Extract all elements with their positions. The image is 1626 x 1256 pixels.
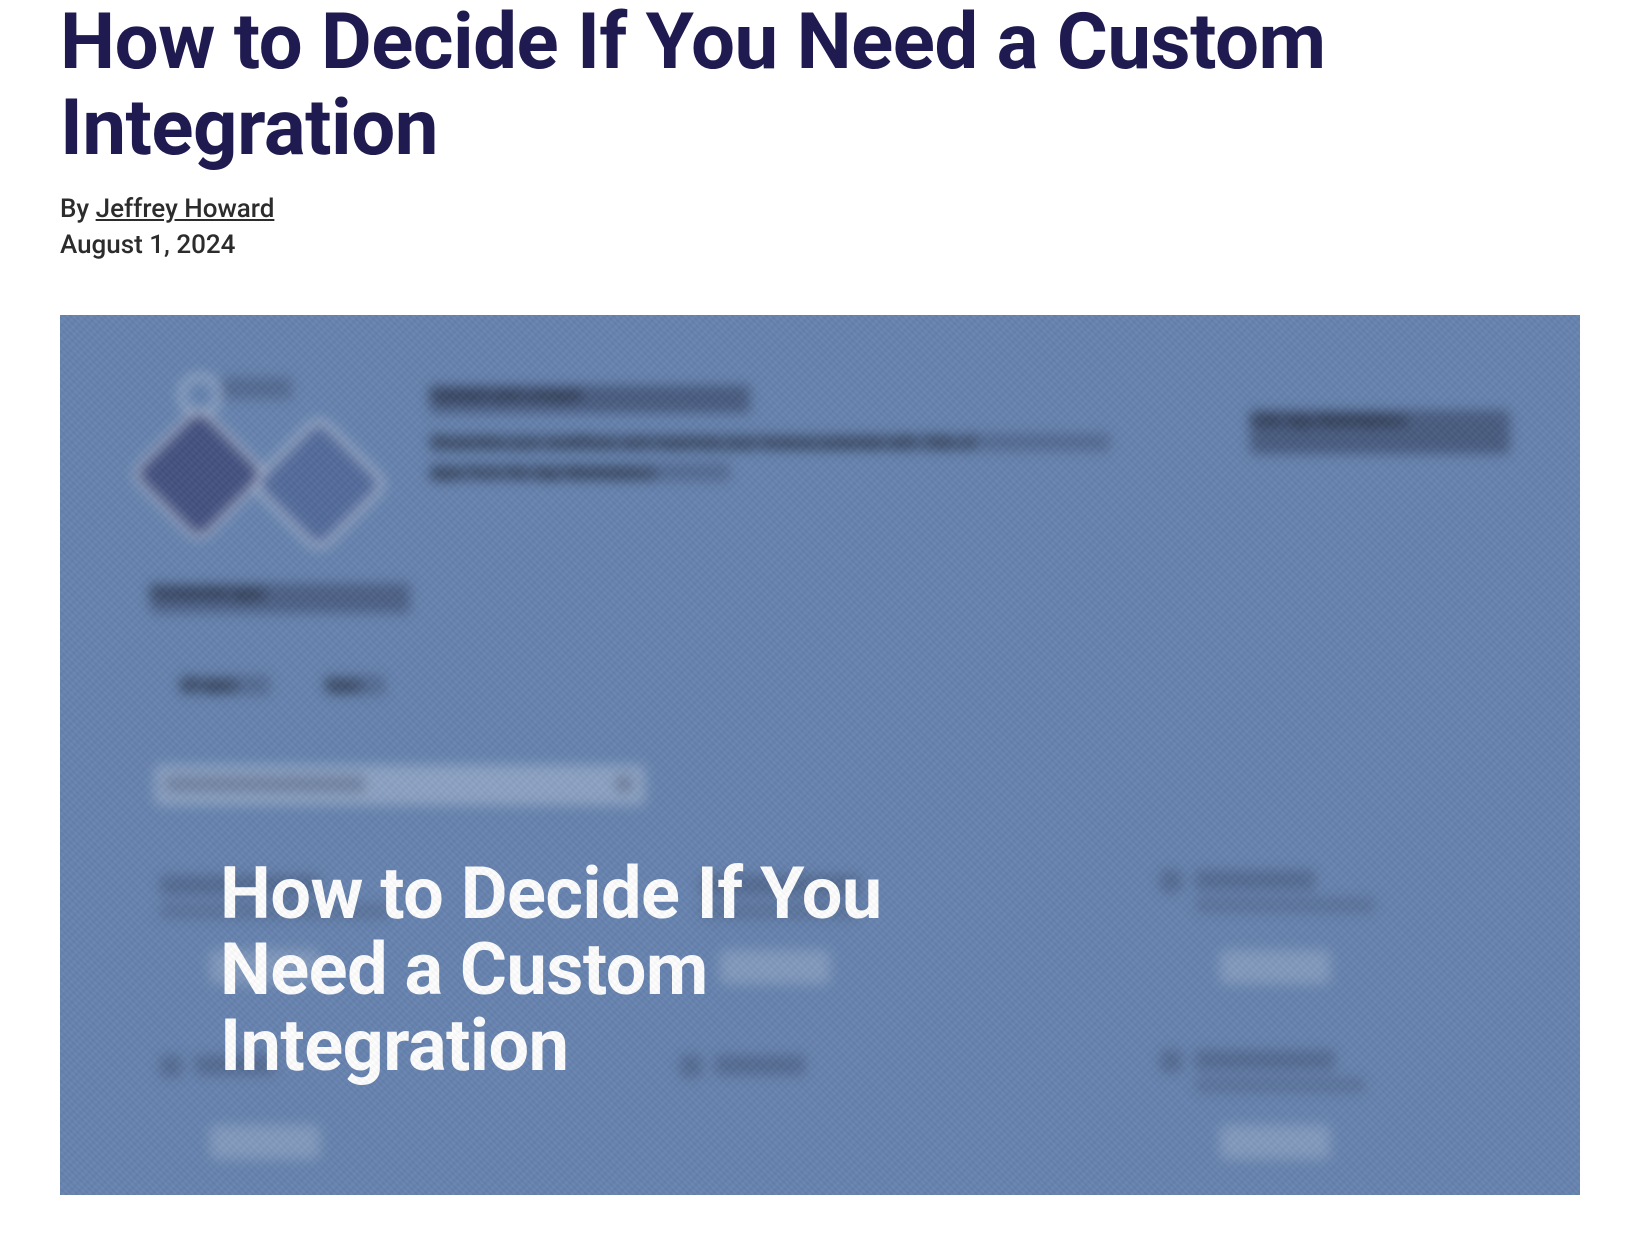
hero-overlay-title: How to Decide If You Need a Custom Integ… (220, 856, 1020, 1085)
byline-prefix: By (60, 194, 96, 224)
bg-subtext-2: apps from the App Marketplace. (430, 463, 730, 481)
article-date: August 1, 2024 (60, 230, 1566, 260)
author-link[interactable]: Jeffrey Howard (96, 194, 275, 224)
article-byline: By Jeffrey Howard (60, 194, 1566, 224)
bg-search (155, 765, 645, 805)
bg-tab-1: All apps (180, 675, 270, 695)
bg-section-heading: Connected apps (150, 583, 410, 613)
bg-subtext-1: Streamline your workflows and maximize y… (430, 433, 1110, 451)
bg-tab-2: Apps (325, 675, 385, 695)
bg-heading: Connect and conquer (430, 385, 750, 413)
article-title: How to Decide If You Need a Custom Integ… (60, 0, 1566, 172)
hero-image: Connect and conquer Streamline your work… (60, 315, 1580, 1195)
bg-cta-button: Visit App Marketplace (1250, 410, 1510, 454)
